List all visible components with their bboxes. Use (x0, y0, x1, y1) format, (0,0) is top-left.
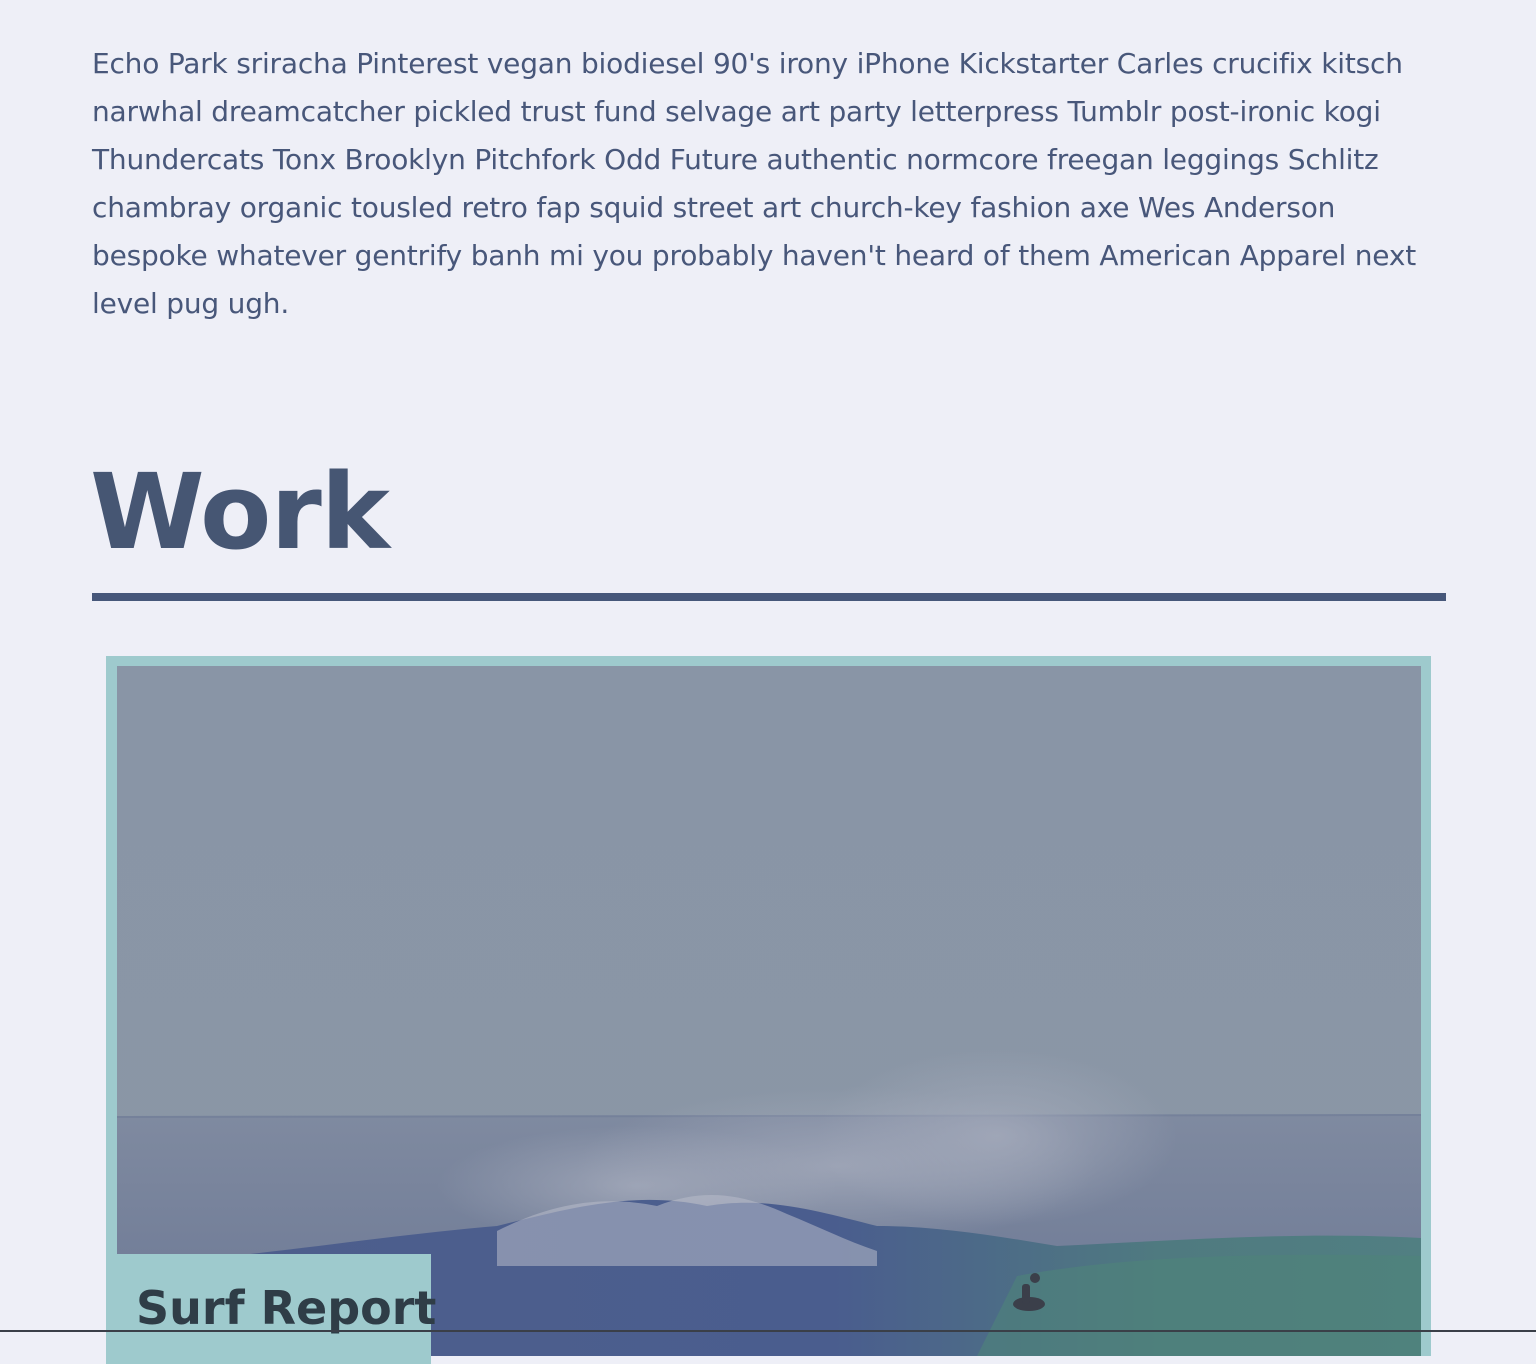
work-card-label[interactable]: Surf Report (106, 1254, 436, 1364)
surfer-on-wave-photo[interactable] (117, 666, 1421, 1356)
work-section-title: Work (90, 451, 390, 573)
work-card-surf-report[interactable]: Surf Report (106, 656, 1431, 1364)
section-divider (92, 593, 1446, 601)
intro-paragraph: Echo Park sriracha Pinterest vegan biodi… (92, 47, 1416, 320)
work-card-title[interactable]: Surf Report (136, 1278, 436, 1338)
